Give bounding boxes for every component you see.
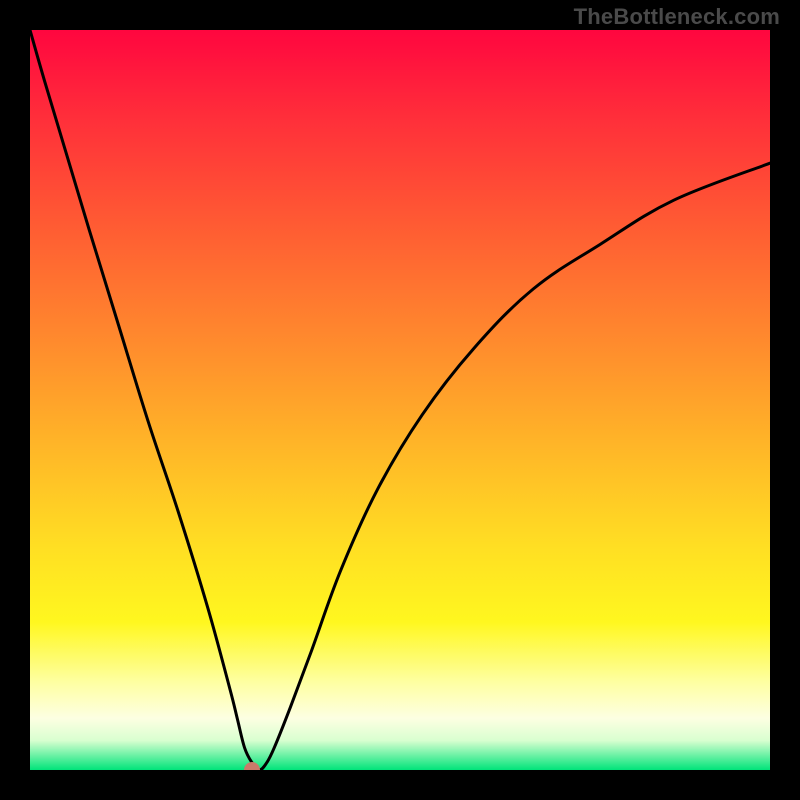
bottleneck-curve bbox=[30, 30, 770, 770]
plot-area bbox=[30, 30, 770, 770]
chart-container: TheBottleneck.com bbox=[0, 0, 800, 800]
watermark-text: TheBottleneck.com bbox=[574, 4, 780, 30]
curve-svg bbox=[30, 30, 770, 770]
